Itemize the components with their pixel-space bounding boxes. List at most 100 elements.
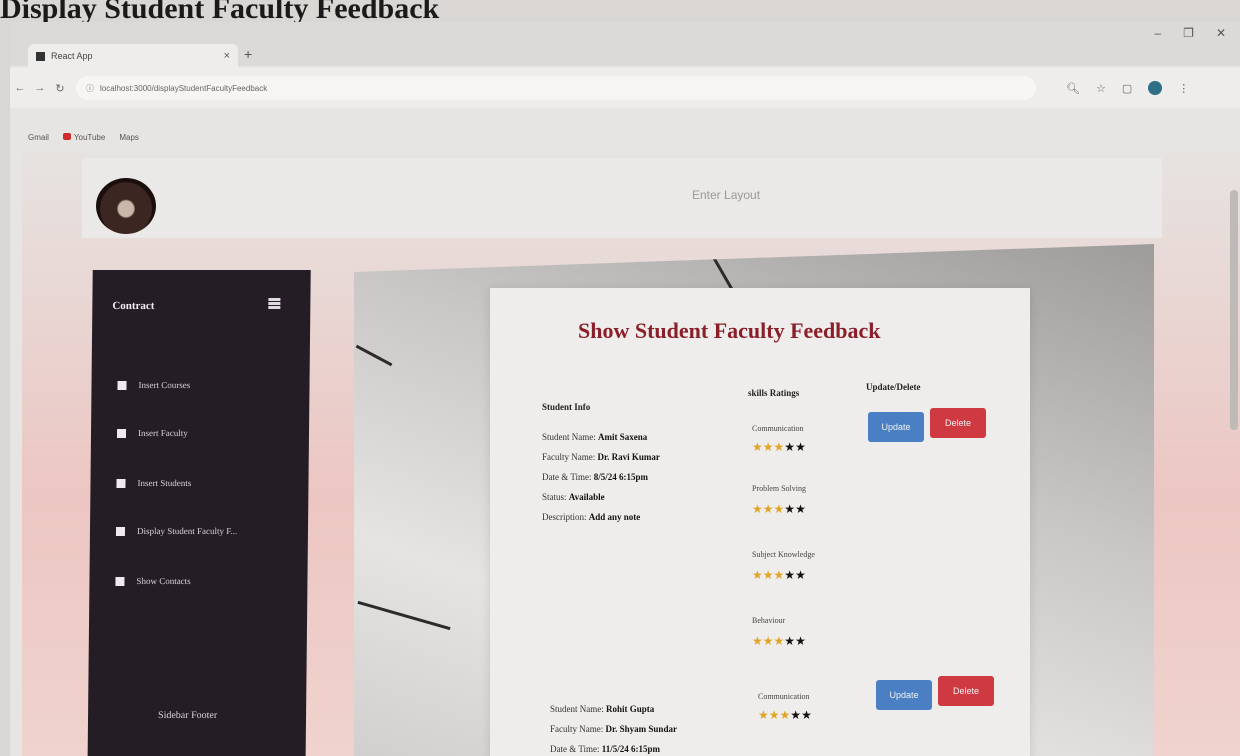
sidebar-item-label: Display Student Faculty F... [136, 526, 238, 536]
square-icon [117, 380, 127, 390]
description-value: Add any note [588, 512, 641, 522]
forward-arrow-icon[interactable]: → [30, 82, 50, 94]
tab-title: React App [51, 51, 93, 61]
star-rating: ★★★★★ [752, 440, 806, 454]
field-label: Student Name: [542, 432, 596, 442]
star-empty-icon: ★ [801, 708, 812, 722]
kebab-menu-icon[interactable]: ⋮ [1178, 82, 1189, 95]
sidebar-item-insert-courses[interactable]: Insert Courses [117, 380, 190, 390]
sidebar-title: Contract [112, 300, 155, 312]
star-empty-icon: ★ [790, 708, 802, 722]
delete-button[interactable]: Delete [938, 676, 994, 706]
student-name-row: Student Name: Amit Saxena [542, 432, 647, 442]
bookmark-youtube[interactable]: YouTube [62, 132, 106, 142]
star-filled-icon: ★ [752, 634, 763, 648]
site-info-icon[interactable]: ⓘ [86, 83, 94, 94]
restore-icon[interactable]: ❐ [1183, 26, 1194, 40]
extensions-icon[interactable]: ▢ [1122, 82, 1132, 95]
field-label: Date & Time: [542, 472, 592, 482]
date-time-value: 8/5/24 6:15pm [593, 472, 649, 482]
hero-decor-line [355, 344, 393, 367]
profile-avatar[interactable] [1148, 81, 1163, 95]
star-empty-icon: ★ [795, 440, 806, 454]
bookmark-star-icon[interactable]: ☆ [1096, 82, 1106, 95]
skill-label: Communication [758, 692, 810, 701]
new-tab-icon[interactable]: + [244, 46, 252, 62]
window-controls: – ❐ ✕ [1154, 26, 1226, 40]
field-label: Student Name: [550, 704, 604, 714]
star-rating: ★★★★★ [752, 502, 806, 516]
star-empty-icon: ★ [795, 502, 806, 516]
feedback-card: Show Student Faculty Feedback Student In… [490, 288, 1030, 756]
logo[interactable] [96, 178, 156, 234]
star-rating: ★★★★★ [752, 634, 806, 648]
sidebar-item-show-contacts[interactable]: Show Contacts [115, 576, 191, 586]
star-empty-icon: ★ [784, 502, 796, 516]
sidebar-item-insert-students[interactable]: Insert Students [116, 478, 191, 488]
address-bar[interactable]: ⓘ localhost:3000/displayStudentFacultyFe… [76, 76, 1036, 100]
column-header-ratings: skills Ratings [748, 388, 800, 398]
delete-button[interactable]: Delete [930, 408, 986, 438]
back-arrow-icon[interactable]: ← [10, 82, 30, 94]
browser-tab[interactable]: React App × [28, 44, 238, 68]
star-filled-icon: ★ [779, 708, 791, 722]
hero-decor-line [357, 600, 451, 631]
square-icon [115, 576, 125, 586]
star-empty-icon: ★ [784, 440, 796, 454]
student-name-row: Student Name: Rohit Gupta [550, 704, 654, 714]
square-icon [116, 428, 127, 438]
skill-label: Subject Knowledge [752, 550, 815, 559]
react-favicon-icon [36, 51, 45, 61]
field-label: Status: [542, 492, 567, 502]
field-label: Description: [542, 512, 587, 522]
star-filled-icon: ★ [773, 634, 785, 648]
browser-toolbar: ← → ↻ ⓘ localhost:3000/displayStudentFac… [10, 68, 1240, 108]
square-icon [116, 478, 126, 488]
page-viewport: Enter Layout Contract Insert Courses Ins… [22, 150, 1240, 756]
status-row: Status: Available [542, 492, 605, 502]
reload-icon[interactable]: ↻ [50, 82, 70, 95]
star-filled-icon: ★ [752, 502, 763, 516]
sidebar-footer: Sidebar Footer [157, 710, 218, 721]
faculty-name-value: Dr. Shyam Sundar [605, 724, 677, 734]
sidebar-item-label: Insert Faculty [137, 428, 188, 438]
star-filled-icon: ★ [762, 568, 774, 582]
close-icon[interactable]: × [224, 50, 230, 62]
navbar-link[interactable]: Enter Layout [692, 188, 760, 202]
field-label: Faculty Name: [542, 452, 596, 462]
star-filled-icon: ★ [762, 634, 774, 648]
zoom-icon[interactable]: 🔍︎ [1066, 82, 1080, 95]
sidebar-item-display-feedback[interactable]: Display Student Faculty F... [115, 526, 238, 536]
sidebar-item-label: Insert Courses [138, 380, 191, 390]
bookmark-gmail[interactable]: Gmail [28, 133, 49, 142]
star-filled-icon: ★ [773, 568, 785, 582]
update-button[interactable]: Update [876, 680, 932, 710]
address-text: localhost:3000/displayStudentFacultyFeed… [100, 83, 268, 93]
star-rating: ★★★★★ [758, 708, 812, 722]
scrollbar[interactable] [1230, 190, 1238, 430]
status-value: Available [568, 492, 605, 502]
faculty-name-value: Dr. Ravi Kumar [597, 452, 660, 462]
student-name-value: Rohit Gupta [606, 704, 655, 714]
minimize-icon[interactable]: – [1154, 26, 1161, 40]
bookmark-maps[interactable]: Maps [119, 133, 139, 142]
bookmark-youtube-label: YouTube [73, 132, 106, 142]
column-header-details: Student Info [542, 402, 591, 412]
window-close-icon[interactable]: ✕ [1216, 26, 1226, 40]
date-time-value: 11/5/24 6:15pm [601, 744, 661, 754]
skill-label: Behaviour [752, 616, 786, 625]
sidebar-item-label: Show Contacts [136, 576, 191, 586]
skill-label: Communication [752, 424, 804, 433]
sidebar-item-insert-faculty[interactable]: Insert Faculty [116, 428, 188, 438]
faculty-name-row: Faculty Name: Dr. Shyam Sundar [550, 724, 677, 734]
update-button[interactable]: Update [868, 412, 924, 442]
bookmarks-bar: Gmail YouTube Maps [10, 126, 1240, 148]
date-time-row: Date & Time: 8/5/24 6:15pm [542, 472, 648, 482]
page-title: Show Student Faculty Feedback [578, 318, 881, 343]
document-caption: Display Student Faculty Feedback [0, 0, 440, 25]
student-name-value: Amit Saxena [598, 432, 648, 442]
star-empty-icon: ★ [795, 568, 806, 582]
sidebar-item-label: Insert Students [137, 478, 192, 488]
star-empty-icon: ★ [784, 634, 796, 648]
hamburger-menu-icon[interactable] [268, 298, 281, 309]
